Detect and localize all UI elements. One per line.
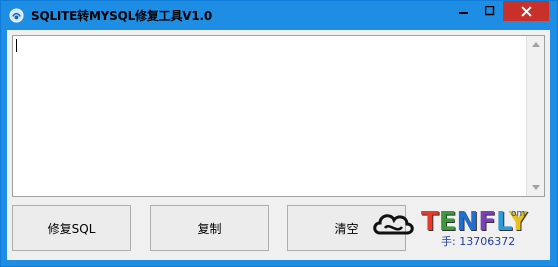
scroll-up-button[interactable] xyxy=(527,36,544,53)
scroll-down-button[interactable] xyxy=(527,179,544,196)
vertical-scrollbar[interactable] xyxy=(526,36,544,196)
tenfly-logo: TENFLY om 手: 13706372 xyxy=(371,207,531,249)
minimize-button[interactable] xyxy=(451,1,477,21)
client-area: 修复SQL 复制 清空 TENFLY om 手: 13706372 xyxy=(7,30,550,260)
minimize-icon xyxy=(459,12,468,14)
copy-button[interactable]: 复制 xyxy=(150,205,269,251)
app-icon xyxy=(9,8,24,23)
title-bar[interactable]: SQLITE转MYSQL修复工具V1.0 xyxy=(1,1,557,30)
text-caret xyxy=(16,39,17,52)
logo-letter-t: T xyxy=(421,207,439,237)
app-window: SQLITE转MYSQL修复工具V1.0 修复SQL 复制 清空 TENFLY … xyxy=(0,0,558,267)
scroll-down-icon xyxy=(531,185,540,190)
maximize-button[interactable] xyxy=(477,1,503,21)
close-icon xyxy=(520,5,532,17)
logo-domain-suffix: om xyxy=(511,209,526,219)
maximize-icon xyxy=(485,6,495,16)
cloud-logo-icon xyxy=(373,214,414,235)
scroll-up-icon xyxy=(531,42,540,47)
window-title: SQLITE转MYSQL修复工具V1.0 xyxy=(31,9,213,23)
sql-text-area[interactable] xyxy=(12,35,545,197)
close-button[interactable] xyxy=(503,1,549,21)
repair-sql-button[interactable]: 修复SQL xyxy=(12,205,131,251)
logo-phone: 手: 13706372 xyxy=(441,235,516,248)
